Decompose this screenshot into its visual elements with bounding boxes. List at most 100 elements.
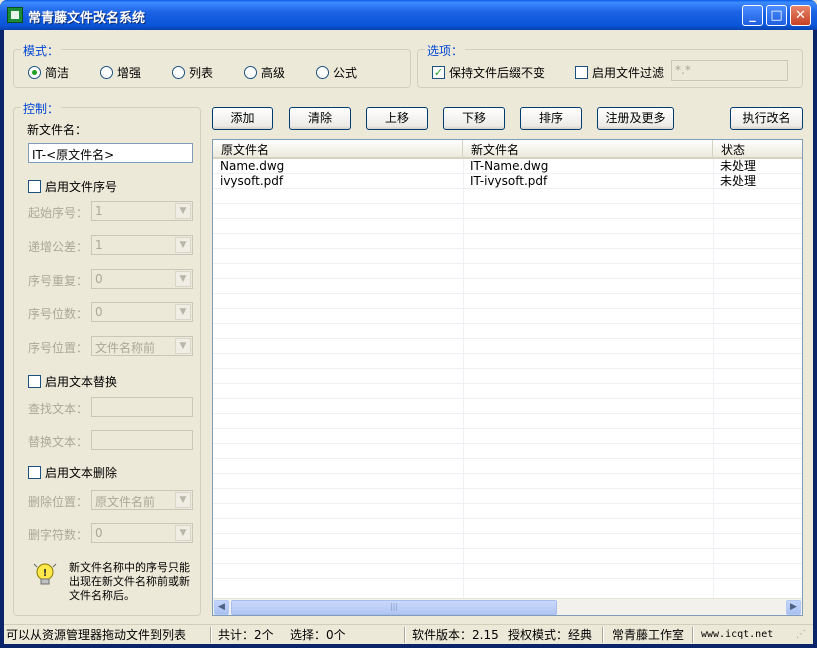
empty-row: [213, 249, 802, 264]
execute-rename-button[interactable]: 执行改名: [730, 107, 803, 130]
empty-row: [213, 459, 802, 474]
filter-input[interactable]: *.*: [671, 60, 788, 81]
increment-label: 递增公差：: [28, 240, 89, 254]
enable-seq-label: 启用文件序号: [45, 180, 118, 194]
delete-count-label: 删字符数：: [28, 528, 89, 542]
empty-row: [213, 234, 802, 249]
new-name-input[interactable]: IT-<原文件名>: [28, 143, 193, 163]
sort-button[interactable]: 排序: [520, 107, 582, 130]
chevron-down-icon: ▼: [175, 237, 191, 253]
add-button[interactable]: 添加: [212, 107, 273, 130]
lightbulb-hint-icon: !: [32, 561, 58, 589]
filter-label: 启用文件过滤: [592, 66, 665, 80]
empty-row: [213, 354, 802, 369]
new-name-label: 新文件名：: [27, 123, 88, 137]
scroll-right-icon[interactable]: ▶: [786, 600, 801, 615]
empty-row: [213, 384, 802, 399]
increment-select[interactable]: 1 ▼: [91, 235, 193, 255]
options-group: 选项： ✓ 保持文件后缀不变 启用文件过滤 *.*: [417, 42, 803, 88]
empty-row: [213, 279, 802, 294]
position-select[interactable]: 文件名称前 ▼: [91, 336, 193, 356]
chevron-down-icon: ▼: [175, 203, 191, 219]
move-up-button[interactable]: 上移: [366, 107, 428, 130]
increment-value: 1: [95, 238, 103, 252]
column-status[interactable]: 状态: [713, 140, 802, 157]
empty-row: [213, 444, 802, 459]
horizontal-scrollbar[interactable]: ◀ ||| ▶: [213, 598, 802, 615]
empty-row: [213, 474, 802, 489]
start-seq-select[interactable]: 1 ▼: [91, 201, 193, 221]
chevron-down-icon: ▼: [175, 271, 191, 287]
table-row[interactable]: Name.dwg IT-Name.dwg 未处理: [213, 159, 802, 174]
mode-radio-formula[interactable]: 公式: [316, 64, 357, 81]
status-hint: 可以从资源管理器拖动文件到列表: [6, 628, 187, 642]
delete-pos-select[interactable]: 原文件名前 ▼: [91, 490, 193, 510]
empty-row: [213, 219, 802, 234]
minimize-button[interactable]: _: [742, 5, 763, 26]
svg-text:!: !: [43, 568, 48, 579]
status-total: 共计：2个: [218, 628, 274, 642]
chevron-down-icon: ▼: [175, 525, 191, 541]
empty-row: [213, 534, 802, 549]
cell-new-name: IT-Name.dwg: [470, 159, 549, 173]
digits-label: 序号位数：: [28, 307, 89, 321]
table-row[interactable]: ivysoft.pdf IT-ivysoft.pdf 未处理: [213, 174, 802, 189]
keep-ext-checkbox[interactable]: ✓ 保持文件后缀不变: [432, 64, 545, 81]
maximize-button[interactable]: □: [766, 5, 787, 26]
radio-label: 高级: [261, 66, 286, 80]
checkbox-icon: [28, 180, 41, 193]
replace-label: 替换文本：: [28, 435, 89, 449]
delete-count-select[interactable]: 0 ▼: [91, 523, 193, 543]
radio-label: 公式: [333, 66, 358, 80]
window-title: 常青藤文件改名系统: [28, 11, 146, 26]
digits-select[interactable]: 0 ▼: [91, 302, 193, 322]
clear-button[interactable]: 清除: [289, 107, 351, 130]
empty-row: [213, 414, 802, 429]
scroll-left-icon[interactable]: ◀: [214, 600, 229, 615]
mode-radio-simple[interactable]: 简洁: [28, 64, 69, 81]
mode-radio-advanced[interactable]: 高级: [244, 64, 285, 81]
status-separator: [692, 627, 694, 643]
options-group-label: 选项：: [425, 42, 466, 59]
repeat-label: 序号重复：: [28, 274, 89, 288]
find-input[interactable]: [91, 397, 193, 417]
position-label: 序号位置：: [28, 341, 89, 355]
hint-text: 新文件名称中的序号只能出现在新文件名称前或新文件名称后。: [69, 561, 190, 602]
cell-status: 未处理: [720, 174, 757, 188]
replace-input[interactable]: [91, 430, 193, 450]
empty-row: [213, 504, 802, 519]
enable-replace-label: 启用文本替换: [45, 375, 118, 389]
checkbox-icon: [28, 375, 41, 388]
register-button[interactable]: 注册及更多: [597, 107, 674, 130]
enable-seq-checkbox[interactable]: 启用文件序号: [28, 178, 117, 195]
resize-grip-icon[interactable]: ⋰: [796, 627, 806, 643]
empty-row: [213, 294, 802, 309]
move-down-button[interactable]: 下移: [443, 107, 505, 130]
close-button[interactable]: ✕: [790, 5, 811, 26]
column-original-name[interactable]: 原文件名: [213, 140, 463, 157]
title-bar[interactable]: 常青藤文件改名系统 _ □ ✕: [0, 0, 817, 30]
status-website[interactable]: www.icqt.net: [701, 627, 773, 643]
empty-row: [213, 204, 802, 219]
empty-row: [213, 309, 802, 324]
empty-row: [213, 519, 802, 534]
enable-delete-checkbox[interactable]: 启用文本删除: [28, 464, 117, 481]
status-selected: 选择：0个: [290, 628, 346, 642]
empty-row: [213, 429, 802, 444]
filter-checkbox[interactable]: 启用文件过滤: [575, 64, 664, 81]
client-area: 模式： 简洁 增强 列表 高级 公式 选项： ✓ 保持文件后缀不变 启用文件过滤…: [4, 30, 813, 644]
status-separator: [210, 627, 212, 643]
scroll-thumb[interactable]: |||: [231, 600, 557, 615]
enable-delete-label: 启用文本删除: [45, 466, 118, 480]
start-seq-label: 起始序号：: [28, 206, 89, 220]
mode-radio-list[interactable]: 列表: [172, 64, 213, 81]
checkbox-icon: [28, 466, 41, 479]
enable-replace-checkbox[interactable]: 启用文本替换: [28, 373, 117, 390]
mode-radio-enhanced[interactable]: 增强: [100, 64, 141, 81]
status-version: 软件版本：2.15: [412, 628, 499, 642]
repeat-select[interactable]: 0 ▼: [91, 269, 193, 289]
list-header: 原文件名 新文件名 状态: [213, 140, 802, 159]
checkmark-icon: ✓: [432, 66, 445, 79]
file-list[interactable]: 原文件名 新文件名 状态 Name.dwg IT-Name.dwg 未处理 iv…: [212, 139, 803, 616]
column-new-name[interactable]: 新文件名: [463, 140, 713, 157]
